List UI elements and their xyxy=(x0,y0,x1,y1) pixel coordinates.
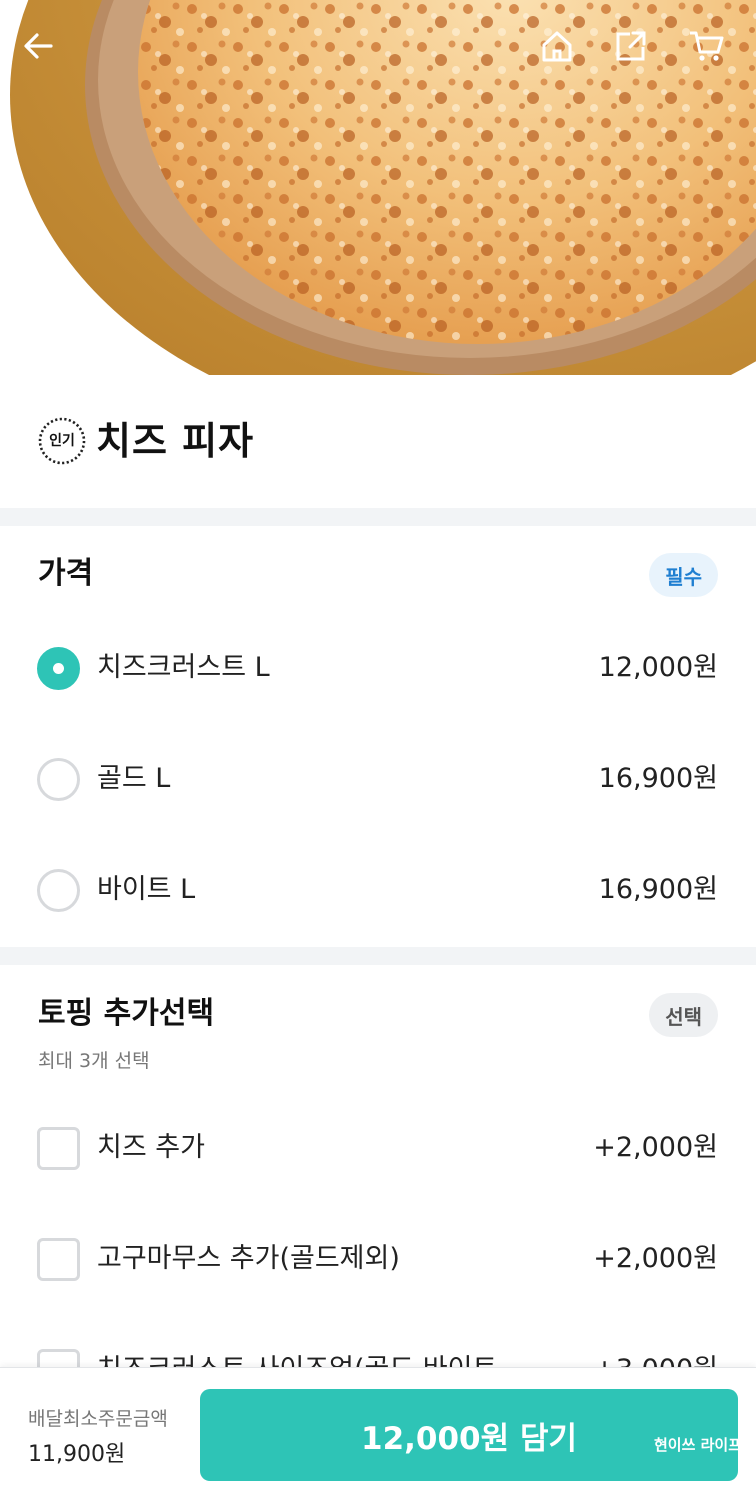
price-option-row[interactable]: 골드 L 16,900원 xyxy=(0,749,756,809)
option-price: +2,000원 xyxy=(593,1243,718,1274)
cart-button[interactable] xyxy=(687,28,735,76)
bottom-order-bar: 배달최소주문금액 11,900원 12,000원 담기 xyxy=(0,1367,756,1499)
top-navigation-bar xyxy=(0,0,756,110)
back-arrow-icon xyxy=(24,33,53,59)
menu-hero-image xyxy=(0,0,756,375)
share-button[interactable] xyxy=(613,28,661,76)
menu-title: 치즈 피자 xyxy=(96,419,255,463)
price-section-title: 가격 xyxy=(38,556,94,591)
option-label: 고구마무스 추가(골드제외) xyxy=(97,1243,400,1274)
topping-section-title: 토핑 추가선택 xyxy=(38,996,215,1031)
cart-icon xyxy=(690,31,724,61)
price-option-row[interactable]: 치즈크러스트 L 12,000원 xyxy=(0,638,756,698)
option-label: 치즈크러스트 L xyxy=(97,652,270,683)
option-label: 치즈 추가 xyxy=(97,1132,205,1163)
popular-badge: 인기 xyxy=(36,415,88,467)
min-order-label: 배달최소주문금액 xyxy=(28,1408,168,1430)
section-divider xyxy=(0,508,756,526)
radio-selected[interactable] xyxy=(37,647,80,690)
option-price: 16,900원 xyxy=(598,763,718,794)
topping-option-row[interactable]: 고구마무스 추가(골드제외) +2,000원 xyxy=(0,1229,756,1289)
checkbox[interactable] xyxy=(37,1238,80,1281)
watermark-text: 현이쓰 라이프 xyxy=(653,1436,742,1454)
radio-unselected[interactable] xyxy=(37,869,80,912)
option-price: +2,000원 xyxy=(593,1132,718,1163)
section-divider xyxy=(0,947,756,965)
option-label: 골드 L xyxy=(97,763,171,794)
topping-limit-text: 최대 3개 선택 xyxy=(38,1050,150,1072)
radio-unselected[interactable] xyxy=(37,758,80,801)
share-icon xyxy=(616,31,646,61)
optional-tag: 선택 xyxy=(649,993,718,1037)
checkbox[interactable] xyxy=(37,1127,80,1170)
topping-option-row[interactable]: 치즈 추가 +2,000원 xyxy=(0,1118,756,1178)
home-icon xyxy=(542,31,572,62)
home-button[interactable] xyxy=(539,28,587,76)
price-option-row[interactable]: 바이트 L 16,900원 xyxy=(0,860,756,920)
option-price: 16,900원 xyxy=(598,874,718,905)
option-label: 바이트 L xyxy=(97,874,196,905)
option-price: 12,000원 xyxy=(598,652,718,683)
back-button[interactable] xyxy=(21,28,69,76)
popular-badge-label: 인기 xyxy=(49,433,75,449)
min-order-value: 11,900원 xyxy=(28,1442,126,1467)
required-tag: 필수 xyxy=(649,553,718,597)
